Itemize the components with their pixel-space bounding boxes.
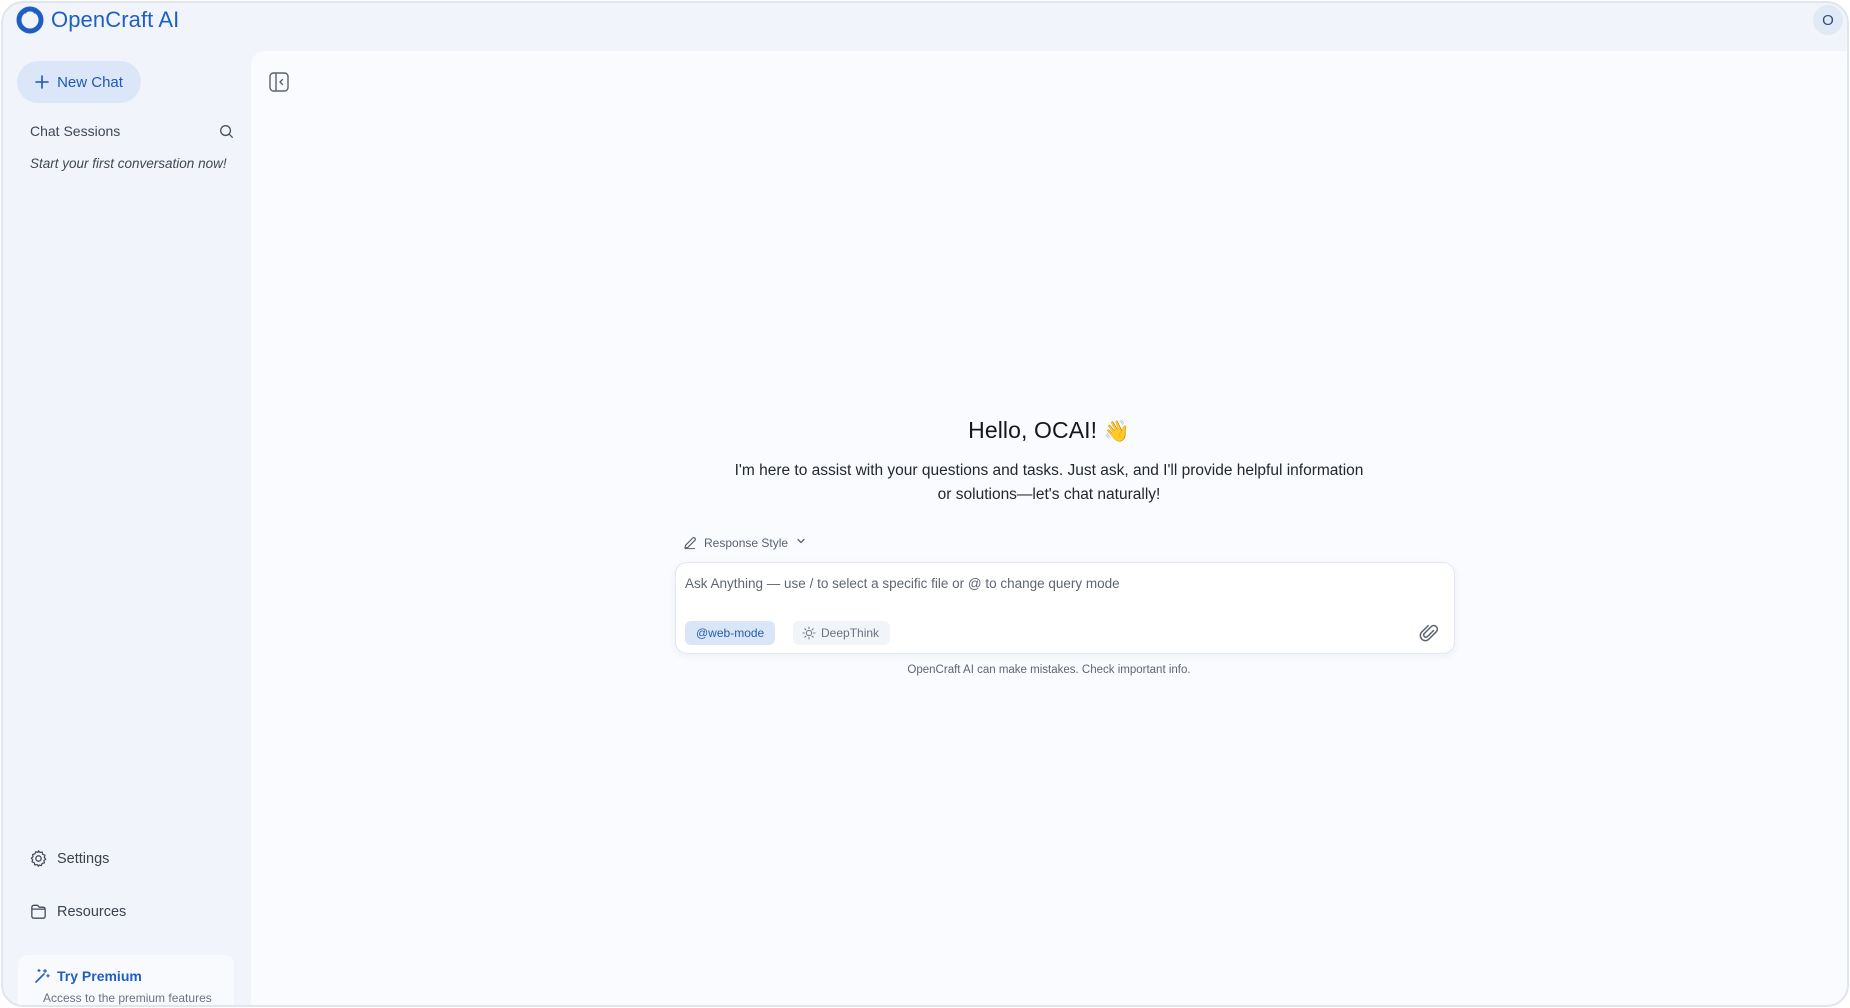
resources-label: Resources (57, 903, 127, 920)
waving-hand-emoji: 👋 (1103, 420, 1130, 443)
greeting-heading: Hello, OCAI! 👋 (251, 417, 1847, 444)
greeting-text: Hello, OCAI! (968, 417, 1098, 443)
deepthink-label: DeepThink (821, 626, 880, 640)
main-panel: Hello, OCAI! 👋 I'm here to assist with y… (251, 51, 1847, 1005)
magic-wand-icon (35, 968, 50, 983)
lightbulb-icon (802, 626, 816, 640)
app-window: OpenCraft AI O New Chat Chat Sessions St… (1, 1, 1849, 1007)
settings-label: Settings (57, 850, 110, 867)
chevron-down-icon (795, 535, 807, 550)
resources-link[interactable]: Resources (29, 902, 126, 921)
settings-link[interactable]: Settings (29, 849, 109, 868)
message-input[interactable] (685, 572, 1385, 594)
brand[interactable]: OpenCraft AI (16, 6, 179, 34)
intro-line-2: or solutions—let's chat naturally! (937, 486, 1161, 503)
response-style-dropdown[interactable]: Response Style (683, 535, 807, 550)
try-premium-card[interactable]: Try Premium Access to the premium featur… (18, 955, 234, 1005)
premium-title-row: Try Premium (34, 968, 142, 984)
sidebar-collapse-icon (269, 72, 289, 92)
chat-sessions-title: Chat Sessions (30, 123, 121, 139)
disclaimer-text: OpenCraft AI can make mistakes. Check im… (907, 664, 1191, 676)
sidebar-collapse-button[interactable] (268, 71, 290, 93)
deepthink-chip[interactable]: DeepThink (793, 621, 891, 645)
plus-icon (35, 75, 49, 89)
pencil-icon (684, 536, 697, 549)
response-style-label: Response Style (704, 535, 789, 550)
attach-button[interactable] (1418, 622, 1440, 644)
chat-sessions-header: Chat Sessions (30, 121, 234, 141)
avatar[interactable]: O (1813, 5, 1843, 35)
search-icon[interactable] (219, 124, 234, 139)
intro-text: I'm here to assist with your questions a… (251, 459, 1847, 507)
paperclip-icon (1419, 624, 1439, 642)
message-composer: @web-mode DeepThink (675, 562, 1455, 654)
web-mode-chip[interactable]: @web-mode (685, 621, 776, 645)
web-mode-label: @web-mode (696, 626, 765, 640)
opencraft-logo-icon (16, 6, 44, 34)
app-name: OpenCraft AI (51, 7, 180, 32)
intro-line-1: I'm here to assist with your questions a… (734, 462, 1364, 479)
sidebar: New Chat Chat Sessions Start your first … (3, 53, 251, 1005)
top-bar: OpenCraft AI O (3, 3, 1847, 53)
premium-title: Try Premium (57, 968, 142, 984)
empty-sessions-note: Start your first conversation now! (30, 156, 227, 171)
new-chat-button[interactable]: New Chat (17, 61, 141, 103)
premium-subtitle: Access to the premium features (43, 991, 212, 1005)
folder-icon (31, 904, 46, 919)
gear-icon (30, 850, 47, 867)
new-chat-label: New Chat (57, 73, 123, 91)
